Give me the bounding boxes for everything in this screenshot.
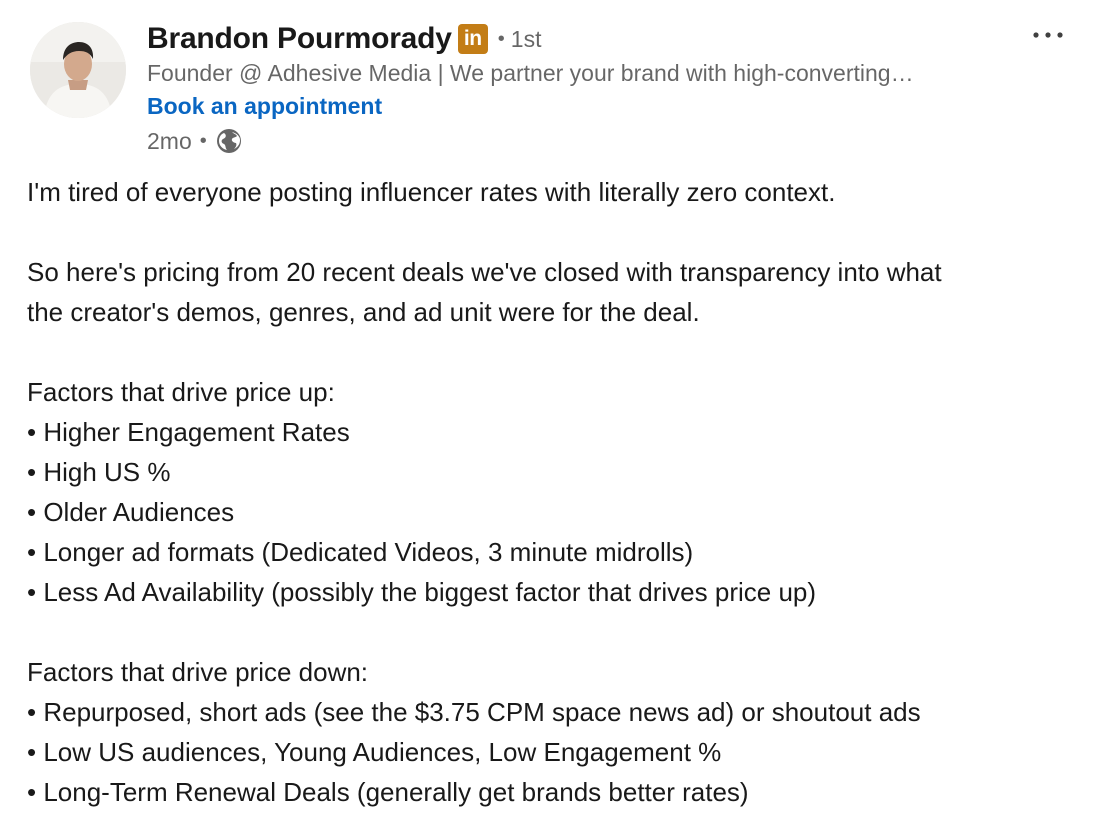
meta-separator: • bbox=[199, 129, 207, 152]
book-appointment-link[interactable]: Book an appointment bbox=[147, 93, 382, 120]
price-up-item: • Less Ad Availability (possibly the big… bbox=[27, 577, 817, 607]
post-body: I'm tired of everyone posting influencer… bbox=[27, 172, 1087, 812]
price-down-item: • Long-Term Renewal Deals (generally get… bbox=[27, 777, 749, 807]
more-options-button[interactable] bbox=[1022, 20, 1074, 50]
post-timestamp: 2mo bbox=[147, 127, 192, 154]
author-headline: Founder @ Adhesive Media | We partner yo… bbox=[147, 60, 914, 86]
globe-icon bbox=[215, 127, 243, 155]
price-down-item: • Low US audiences, Young Audiences, Low… bbox=[27, 737, 722, 767]
price-up-item: • Older Audiences bbox=[27, 497, 235, 527]
post-paragraph-line: the creator's demos, genres, and ad unit… bbox=[27, 297, 700, 327]
price-up-item: • Higher Engagement Rates bbox=[27, 417, 350, 447]
linkedin-premium-badge-icon: in bbox=[457, 24, 488, 54]
post-meta: 2mo • bbox=[147, 125, 243, 157]
post-header: Brandon Pourmorady in • 1st Founder @ Ad… bbox=[0, 0, 1102, 170]
post-intro: I'm tired of everyone posting influencer… bbox=[27, 177, 836, 207]
price-up-item: • High US % bbox=[27, 457, 171, 487]
post-paragraph-line: So here's pricing from 20 recent deals w… bbox=[27, 257, 942, 287]
connection-degree: 1st bbox=[510, 25, 542, 52]
price-down-item: • Repurposed, short ads (see the $3.75 C… bbox=[27, 697, 921, 727]
author-name-row: Brandon Pourmorady in • 1st bbox=[147, 20, 541, 58]
connection-separator: • bbox=[497, 27, 505, 50]
author-name[interactable]: Brandon Pourmorady bbox=[147, 22, 452, 56]
profile-photo-icon bbox=[30, 22, 126, 118]
price-down-heading: Factors that drive price down: bbox=[27, 657, 369, 687]
author-avatar[interactable] bbox=[30, 22, 126, 118]
price-up-item: • Longer ad formats (Dedicated Videos, 3… bbox=[27, 537, 694, 567]
ellipsis-icon bbox=[1033, 32, 1063, 38]
price-up-heading: Factors that drive price up: bbox=[27, 377, 335, 407]
